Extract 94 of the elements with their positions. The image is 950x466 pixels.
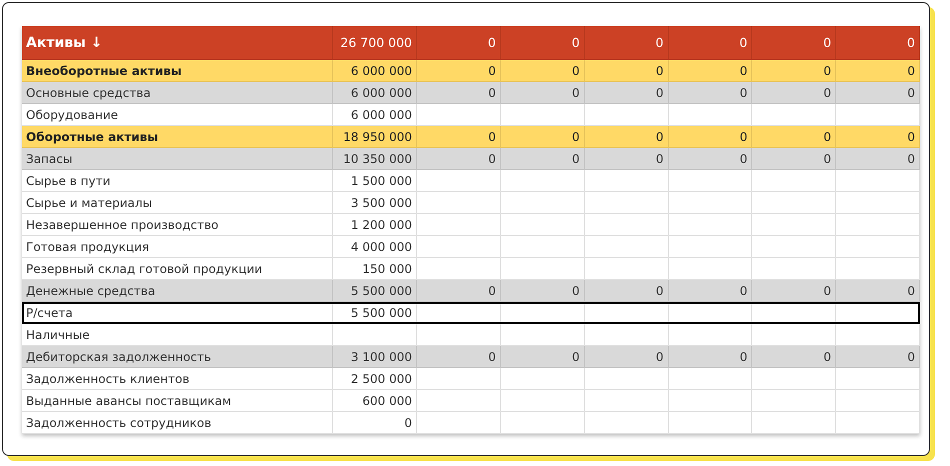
table-cell: 3 100 000	[350, 350, 412, 364]
table-cell: 0	[404, 416, 412, 430]
table-row[interactable]: Внеоборотные активы 6 000 000 0 0 0 0 0 0	[22, 60, 920, 82]
table-cell: 0	[740, 350, 748, 364]
row-label: Готовая продукция	[26, 240, 150, 254]
table-cell: 1 500 000	[350, 174, 412, 188]
table-cell: 0	[572, 350, 580, 364]
table-cell: 0	[572, 64, 580, 78]
table-row[interactable]: Готовая продукция 4 000 000	[22, 236, 920, 258]
table-cell: 0	[572, 284, 580, 298]
table-cell: 0	[656, 64, 664, 78]
table-cell: 2 500 000	[350, 372, 412, 386]
table-row[interactable]: Запасы 10 350 000 0 0 0 0 0 0	[22, 148, 920, 170]
table-cell: 10 350 000	[343, 152, 412, 166]
table-cell: 26 700 000	[340, 35, 412, 50]
row-label: Оборотные активы	[26, 130, 158, 144]
table-cell: 6 000 000	[350, 108, 412, 122]
table-cell: 0	[656, 284, 664, 298]
table-cell: 0	[656, 86, 664, 100]
table-cell: 600 000	[362, 394, 412, 408]
table-cell: 0	[907, 350, 915, 364]
table-cell: 0	[907, 152, 915, 166]
table-row[interactable]: Выданные авансы поставщикам 600 000	[22, 390, 920, 412]
table-cell: 0	[907, 35, 915, 50]
table-cell: 0	[824, 152, 832, 166]
table-cell: 5 500 000	[350, 284, 412, 298]
table-cell: 0	[907, 284, 915, 298]
table-cell: 0	[488, 64, 496, 78]
table-cell: 1 200 000	[350, 218, 412, 232]
row-label: Запасы	[26, 152, 72, 166]
table-cell: 0	[488, 284, 496, 298]
table-row[interactable]: Р/счета 5 500 000	[22, 302, 920, 324]
row-label: Дебиторская задолженность	[26, 350, 212, 364]
table-cell: 0	[824, 284, 832, 298]
table-cell: 0	[823, 35, 832, 50]
table-cell: 0	[656, 130, 664, 144]
table-cell: 0	[488, 130, 496, 144]
table-cell: 0	[824, 350, 832, 364]
table-cell: 0	[740, 64, 748, 78]
row-label: Оборудование	[26, 108, 118, 122]
table-cell: 150 000	[362, 262, 412, 276]
table-cell: 0	[488, 35, 496, 50]
table-row[interactable]: Оборудование 6 000 000	[22, 104, 920, 126]
table-cell: 5 500 000	[350, 306, 412, 320]
table-cell: 0	[907, 64, 915, 78]
table-row[interactable]: Незавершенное производство 1 200 000	[22, 214, 920, 236]
table-row[interactable]: Сырье и материалы 3 500 000	[22, 192, 920, 214]
table-cell: 0	[824, 130, 832, 144]
table-cell: 0	[656, 350, 664, 364]
row-label: Внеоборотные активы	[26, 64, 182, 78]
row-label: Денежные средства	[26, 284, 156, 298]
row-label: Задолженность сотрудников	[26, 416, 212, 430]
row-label: Активы ↓	[26, 34, 102, 50]
table-cell: 0	[572, 35, 580, 50]
table-cell: 18 950 000	[343, 130, 412, 144]
row-label: Резервный склад готовой продукции	[26, 262, 262, 276]
table-row[interactable]: Задолженность клиентов 2 500 000	[22, 368, 920, 390]
table-row[interactable]: Денежные средства 5 500 000 0 0 0 0 0 0	[22, 280, 920, 302]
table-cell: 0	[488, 86, 496, 100]
table-cell: 6 000 000	[350, 86, 412, 100]
table-row[interactable]: Дебиторская задолженность 3 100 000 0 0 0 0 0 0	[22, 346, 920, 368]
table-cell: 0	[824, 64, 832, 78]
table-cell: 0	[572, 152, 580, 166]
row-label: Наличные	[26, 328, 90, 342]
table-row[interactable]: Сырье в пути 1 500 000	[22, 170, 920, 192]
table-row[interactable]: Резервный склад готовой продукции 150 000	[22, 258, 920, 280]
table-cell: 0	[740, 152, 748, 166]
table-cell: 4 000 000	[350, 240, 412, 254]
table-cell: 0	[739, 35, 748, 50]
table-row[interactable]: Наличные	[22, 324, 920, 346]
table-cell: 0	[572, 130, 580, 144]
table-cell: 0	[572, 86, 580, 100]
table-cell: 0	[740, 284, 748, 298]
table-cell: 0	[488, 152, 496, 166]
table-cell: 0	[740, 86, 748, 100]
row-label: Сырье и материалы	[26, 196, 152, 210]
table-cell: 0	[488, 350, 496, 364]
row-label: Сырье в пути	[26, 174, 110, 188]
table-row[interactable]: Задолженность сотрудников 0	[22, 412, 920, 434]
table-cell: 0	[656, 152, 664, 166]
row-label: Незавершенное производство	[26, 218, 219, 232]
table-cell: 3 500 000	[350, 196, 412, 210]
table-row[interactable]: Основные средства 6 000 000 0 0 0 0 0 0	[22, 82, 920, 104]
table-cell: 0	[824, 86, 832, 100]
table-cell: 0	[740, 130, 748, 144]
row-label: Выданные авансы поставщикам	[26, 394, 232, 408]
table-cell: 6 000 000	[350, 64, 412, 78]
table-cell: 0	[656, 35, 664, 50]
table-cell: 0	[907, 86, 915, 100]
table-row[interactable]: Оборотные активы 18 950 000 0 0 0 0 0 0	[22, 126, 920, 148]
row-label: Задолженность клиентов	[26, 372, 190, 386]
table-cell: 0	[907, 130, 915, 144]
row-label: Р/счета	[26, 306, 73, 320]
row-label: Основные средства	[26, 86, 151, 100]
